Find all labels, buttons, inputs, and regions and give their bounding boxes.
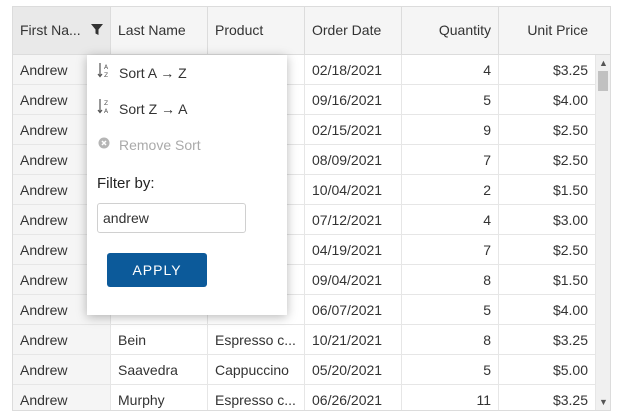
cell-last-name[interactable]: Bein [111,325,208,354]
apply-button[interactable]: APPLY [107,253,207,287]
cell-product[interactable]: Cappuccino [208,355,305,384]
cell-quantity[interactable]: 5 [402,295,499,324]
scrollbar-thumb[interactable] [598,71,608,91]
filter-by-label: Filter by: [97,175,155,192]
cell-unit-price[interactable]: $3.25 [499,55,596,84]
column-header-first-name[interactable]: First Na... [13,7,111,54]
svg-text:Z: Z [104,72,108,78]
cell-quantity[interactable]: 4 [402,55,499,84]
column-header-product[interactable]: Product [208,7,305,54]
cell-order-date[interactable]: 10/21/2021 [305,325,402,354]
cell-product[interactable]: Espresso c... [208,325,305,354]
cell-quantity[interactable]: 8 [402,265,499,294]
cell-order-date[interactable]: 04/19/2021 [305,235,402,264]
cell-unit-price[interactable]: $2.50 [499,115,596,144]
vertical-scrollbar[interactable]: ▲ ▼ [595,55,610,410]
column-header-label: Product [215,22,264,38]
table-row[interactable]: Andrew Bein Espresso c... 10/21/2021 8 $… [13,325,596,355]
column-header-label: First Na... [20,22,81,38]
sort-descending-item[interactable]: ZA Sort Z → A [97,97,187,121]
grid-header: First Na... Last Name Product Order Date… [13,7,596,55]
cell-unit-price[interactable]: $1.50 [499,175,596,204]
scroll-down-arrow-icon[interactable]: ▼ [596,396,610,408]
cell-quantity[interactable]: 5 [402,85,499,114]
cell-order-date[interactable]: 09/16/2021 [305,85,402,114]
column-header-order-date[interactable]: Order Date [305,7,402,54]
sort-ascending-label: Sort A → Z [119,65,187,81]
column-header-unit-price[interactable]: Unit Price [499,7,596,54]
cell-quantity[interactable]: 7 [402,235,499,264]
sort-descending-icon: ZA [97,98,111,123]
column-header-label: Order Date [312,22,382,38]
cell-product[interactable]: Espresso c... [208,385,305,410]
column-filter-menu: AZ Sort A → Z ZA Sort Z → A Remove Sort … [87,55,287,315]
cell-order-date[interactable]: 10/04/2021 [305,175,402,204]
cell-order-date[interactable]: 09/04/2021 [305,265,402,294]
cell-unit-price[interactable]: $1.50 [499,265,596,294]
cell-first-name[interactable]: Andrew [13,325,111,354]
cell-unit-price[interactable]: $4.00 [499,85,596,114]
cell-order-date[interactable]: 08/09/2021 [305,145,402,174]
cell-last-name[interactable]: Saavedra [111,355,208,384]
cell-last-name[interactable]: Murphy [111,385,208,410]
cell-unit-price[interactable]: $2.50 [499,145,596,174]
cell-order-date[interactable]: 02/15/2021 [305,115,402,144]
cell-unit-price[interactable]: $3.25 [499,325,596,354]
remove-sort-item[interactable]: Remove Sort [97,133,201,157]
cell-unit-price[interactable]: $2.50 [499,235,596,264]
svg-text:A: A [104,108,109,114]
cell-order-date[interactable]: 07/12/2021 [305,205,402,234]
svg-text:Z: Z [104,100,108,107]
cell-quantity[interactable]: 4 [402,205,499,234]
column-header-last-name[interactable]: Last Name [111,7,208,54]
cell-first-name[interactable]: Andrew [13,385,111,410]
sort-ascending-item[interactable]: AZ Sort A → Z [97,61,187,85]
cell-unit-price[interactable]: $5.00 [499,355,596,384]
sort-ascending-icon: AZ [97,62,111,87]
cell-quantity[interactable]: 8 [402,325,499,354]
cell-quantity[interactable]: 11 [402,385,499,410]
close-circle-icon [97,134,111,158]
cell-order-date[interactable]: 06/07/2021 [305,295,402,324]
scroll-up-arrow-icon[interactable]: ▲ [596,57,610,69]
column-header-label: Last Name [118,22,186,38]
column-header-quantity[interactable]: Quantity [402,7,499,54]
cell-order-date[interactable]: 02/18/2021 [305,55,402,84]
cell-unit-price[interactable]: $3.25 [499,385,596,410]
cell-order-date[interactable]: 06/26/2021 [305,385,402,410]
svg-text:A: A [104,64,109,71]
filter-input[interactable] [97,203,246,233]
cell-quantity[interactable]: 9 [402,115,499,144]
cell-unit-price[interactable]: $3.00 [499,205,596,234]
cell-quantity[interactable]: 2 [402,175,499,204]
table-row[interactable]: Andrew Murphy Espresso c... 06/26/2021 1… [13,385,596,410]
remove-sort-label: Remove Sort [119,137,201,153]
sort-descending-label: Sort Z → A [119,101,188,117]
cell-unit-price[interactable]: $4.00 [499,295,596,324]
cell-first-name[interactable]: Andrew [13,355,111,384]
column-header-label: Quantity [438,22,491,38]
table-row[interactable]: Andrew Saavedra Cappuccino 05/20/2021 5 … [13,355,596,385]
header-corner [595,7,610,55]
cell-order-date[interactable]: 05/20/2021 [305,355,402,384]
filter-icon[interactable] [91,24,103,36]
column-header-label: Unit Price [527,22,588,38]
cell-quantity[interactable]: 7 [402,145,499,174]
cell-quantity[interactable]: 5 [402,355,499,384]
